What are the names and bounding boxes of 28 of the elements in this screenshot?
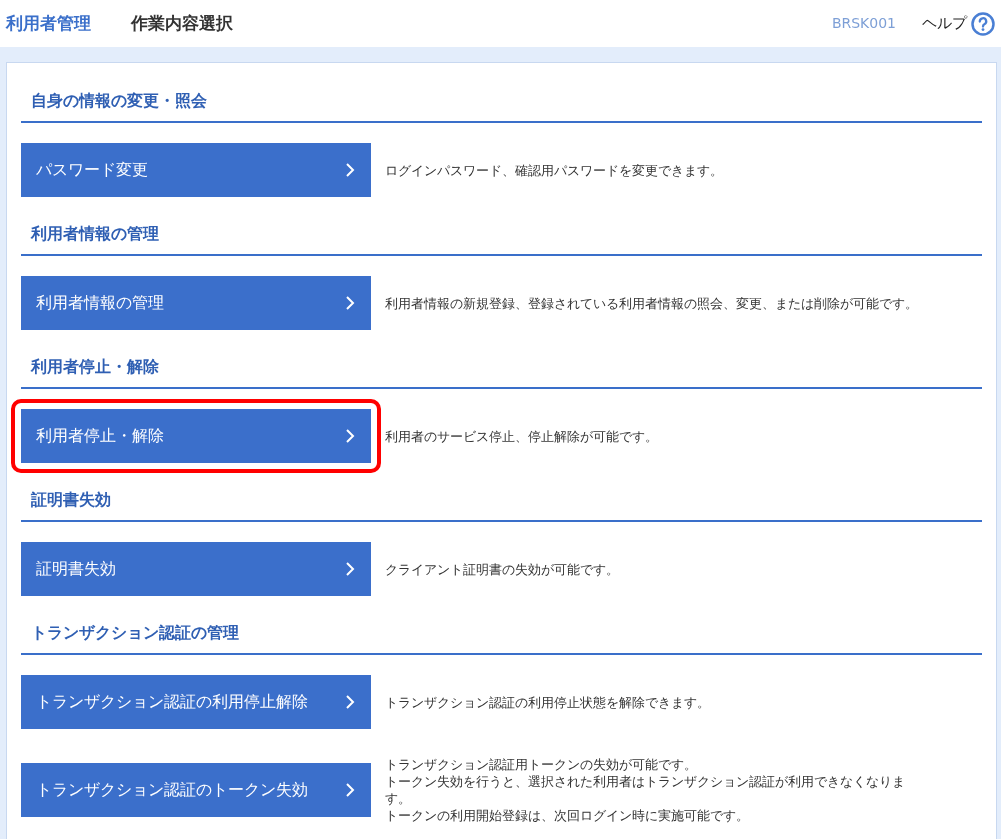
page-subtitle: 作業内容選択 [131,11,233,35]
menu-description: クライアント証明書の失効が可能です。 [385,560,619,578]
menu-description: トランザクション認証用トークンの失効が可能です。 トークン失効を行うと、選択された利用者はトランザクション認証が利用できなくなりま す。 トークンの利用開始登録は、次回ログイン時に実施可能です。 [385,756,905,824]
section-heading: 自身の情報の変更・照会 [31,89,207,112]
menu-button[interactable]: 利用者停止・解除 [21,409,371,463]
section-heading: 利用者停止・解除 [31,355,159,378]
chevron-right-icon [345,782,355,798]
chevron-right-icon [345,428,355,444]
menu-button[interactable]: トランザクション認証の利用停止解除 [21,675,371,729]
section-heading: トランザクション認証の管理 [31,621,239,644]
help-icon[interactable] [971,11,995,36]
menu-description: トランザクション認証の利用停止状態を解除できます。 [385,693,710,711]
chevron-right-icon [345,694,355,710]
help-link[interactable]: ヘルプ [922,12,967,35]
chevron-right-icon [345,561,355,577]
menu-button[interactable]: トランザクション認証のトークン失効 [21,763,371,817]
menu-button[interactable]: 証明書失効 [21,542,371,596]
chevron-right-icon [345,295,355,311]
page-title: 利用者管理 [6,11,91,35]
menu-description: 利用者のサービス停止、停止解除が可能です。 [385,427,658,445]
menu-description: 利用者情報の新規登録、登録されている利用者情報の照会、変更、または削除が可能です。 [385,294,918,312]
chevron-right-icon [345,162,355,178]
section-heading: 証明書失効 [31,488,111,511]
screen-id: BRSK001 [831,14,896,33]
menu-button[interactable]: パスワード変更 [21,143,371,197]
menu-description: ログインパスワード、確認用パスワードを変更できます。 [385,161,723,179]
section-heading: 利用者情報の管理 [31,222,159,245]
menu-button[interactable]: 利用者情報の管理 [21,276,371,330]
